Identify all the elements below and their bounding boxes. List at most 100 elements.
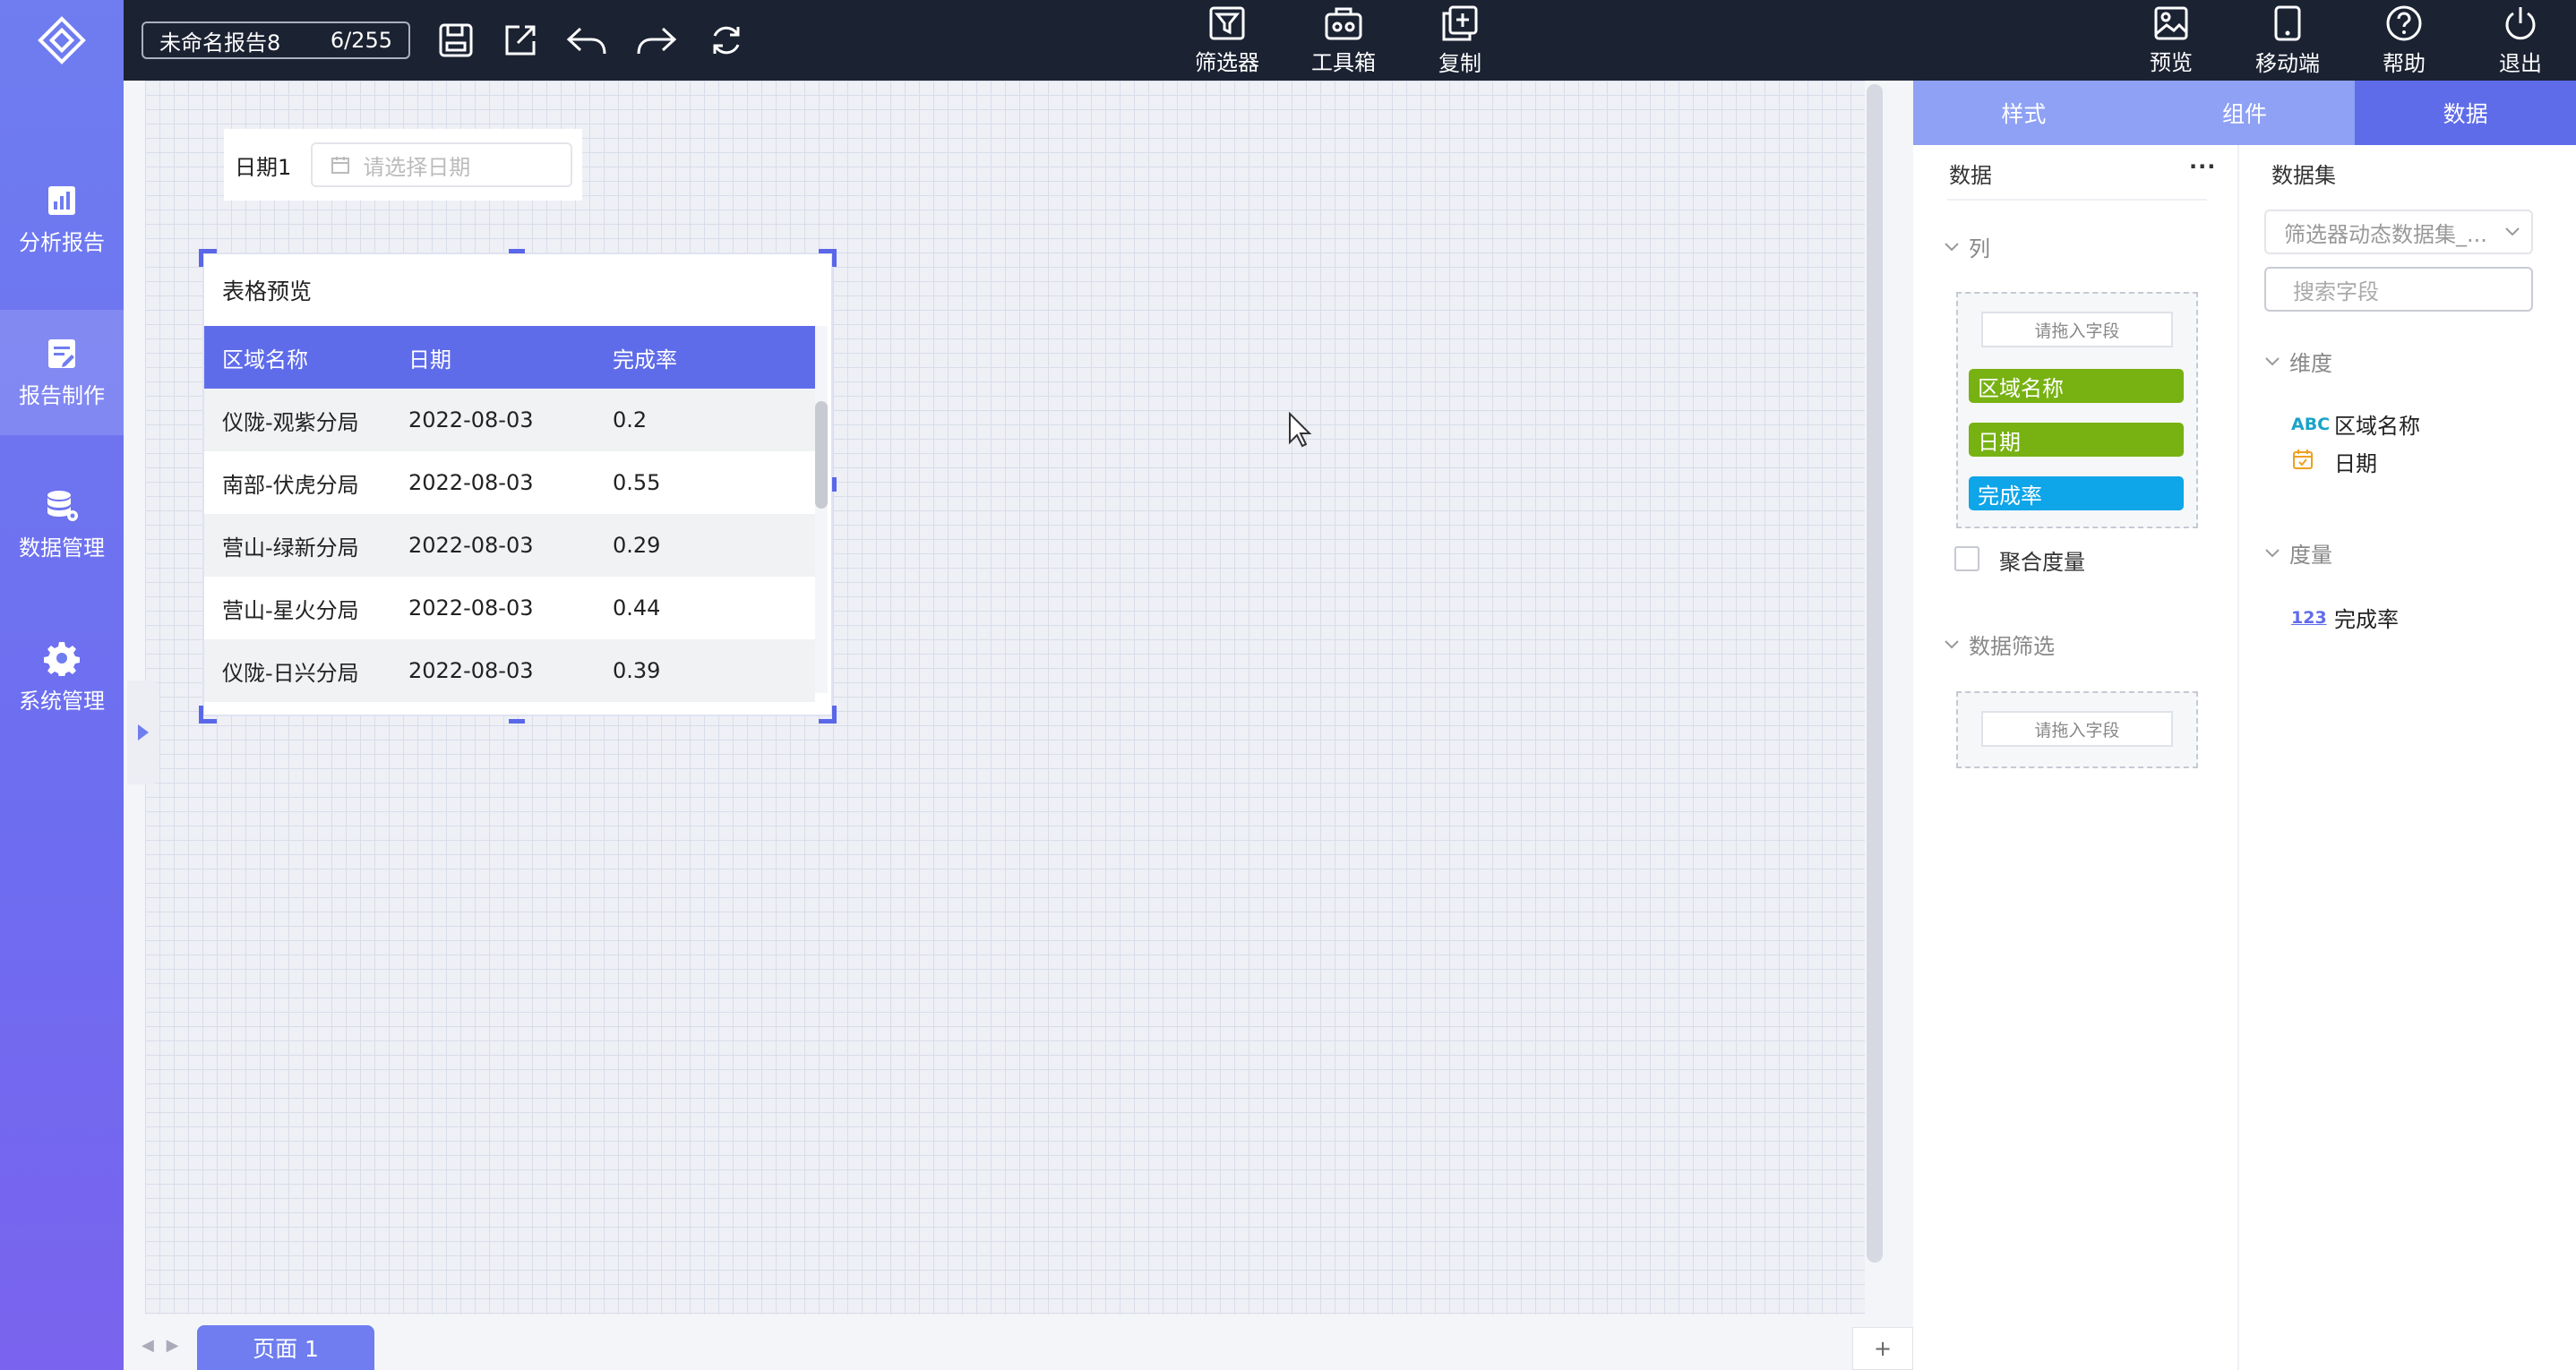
number-type-icon: 123 — [2291, 607, 2327, 628]
toolbox-icon — [1325, 7, 1362, 39]
dimension-field-item[interactable]: ABC 区域名称 — [2291, 408, 2420, 440]
field-label: 区域名称 — [2334, 414, 2420, 439]
properties-panel: 样式 组件 数据 数据 ··· 列 请拖入字段 区域名称 日期 完成率 聚合度量… — [1913, 81, 2576, 1370]
table-row: 仪陇-观紫分局 2022-08-03 0.2 — [204, 389, 815, 451]
caret-left-icon[interactable]: ◀ — [142, 1336, 154, 1355]
table-cell: 0.44 — [613, 595, 661, 621]
export-button[interactable] — [498, 18, 543, 63]
copy-button[interactable]: 复制 — [1415, 2, 1505, 79]
caret-right-icon[interactable]: ▶ — [167, 1336, 179, 1355]
dataset-section-title: 数据集 — [2271, 163, 2336, 188]
columns-drop-hint: 请拖入字段 — [1981, 312, 2173, 347]
page-tab[interactable]: 页面 1 — [197, 1325, 374, 1370]
filter-drop-hint: 请拖入字段 — [1981, 711, 2173, 747]
column-field-pill[interactable]: 日期 — [1969, 423, 2184, 457]
column-header[interactable]: 完成率 — [613, 342, 815, 373]
resize-handle-top-left[interactable] — [199, 249, 217, 267]
measure-field-item[interactable]: 123 完成率 — [2291, 602, 2399, 633]
date-type-icon — [2291, 448, 2334, 475]
table-cell: 0.29 — [613, 533, 661, 558]
chevron-down-icon — [2265, 548, 2280, 557]
help-button[interactable]: 帮助 — [2359, 2, 2449, 79]
field-search-input[interactable]: 搜索字段 — [2264, 267, 2533, 312]
tool-label: 移动端 — [2255, 50, 2320, 76]
filter-tool-button[interactable]: 筛选器 — [1182, 2, 1272, 79]
section-divider — [1947, 199, 2207, 201]
table-widget[interactable]: 表格预览 区域名称 日期 完成率 仪陇-观紫分局 2022-08-03 0.2 … — [202, 253, 833, 716]
column-field-pill[interactable]: 区域名称 — [1969, 369, 2184, 403]
field-label: 完成率 — [2334, 607, 2399, 632]
table-cell: 仪陇-观紫分局 — [222, 409, 359, 435]
copy-icon — [1442, 5, 1478, 40]
undo-button[interactable] — [564, 18, 609, 63]
column-field-pill[interactable]: 完成率 — [1969, 476, 2184, 510]
refresh-button[interactable] — [704, 18, 749, 63]
table-cell: 仪陇-日兴分局 — [222, 660, 359, 686]
measure-section-toggle[interactable]: 度量 — [2264, 537, 2332, 569]
save-button[interactable] — [434, 18, 478, 63]
chevron-down-icon — [2265, 356, 2280, 365]
date-placeholder: 请选择日期 — [363, 154, 471, 180]
aggregate-label: 聚合度量 — [1999, 550, 2085, 575]
resize-handle-right[interactable] — [832, 477, 837, 492]
preview-icon — [2154, 6, 2188, 39]
exit-button[interactable]: 退出 — [2476, 2, 2565, 79]
expand-sidebar-button[interactable] — [127, 681, 159, 784]
dimension-section-toggle[interactable]: 维度 — [2264, 346, 2332, 377]
dimension-field-item[interactable]: 日期 — [2291, 446, 2377, 477]
filter-icon — [1209, 6, 1245, 39]
resize-handle-top-right[interactable] — [819, 249, 837, 267]
resize-handle-bottom-right[interactable] — [819, 706, 837, 724]
field-label: 日期 — [2334, 451, 2377, 476]
redo-button[interactable] — [634, 18, 679, 63]
column-header[interactable]: 区域名称 — [204, 342, 408, 373]
more-options-button[interactable]: ··· — [2189, 154, 2216, 179]
table-row: 营山-星火分局 2022-08-03 0.44 — [204, 577, 815, 639]
add-page-button[interactable]: + — [1852, 1327, 1913, 1370]
tab-components[interactable]: 组件 — [2134, 81, 2356, 145]
data-filter-section-toggle[interactable]: 数据筛选 — [1944, 629, 2055, 660]
columns-section-toggle[interactable]: 列 — [1944, 231, 1990, 262]
nav-item-report-edit[interactable]: 报告制作 — [0, 310, 124, 435]
resize-handle-bottom[interactable] — [509, 719, 525, 724]
table-cell: 2022-08-03 — [408, 595, 534, 621]
data-section-title: 数据 — [1949, 163, 1992, 188]
calendar-icon — [331, 157, 350, 174]
chevron-down-icon — [1945, 242, 1959, 251]
table-cell: 2022-08-03 — [408, 533, 534, 558]
save-icon — [439, 23, 473, 57]
date-filter-widget[interactable]: 日期1 请选择日期 — [224, 129, 582, 201]
nav-item-data-management[interactable]: 数据管理 — [0, 462, 124, 587]
table-row: 营山-绿新分局 2022-08-03 0.29 — [204, 514, 815, 577]
chevron-down-icon — [1945, 639, 1959, 648]
app-logo[interactable] — [0, 0, 124, 81]
table-scrollbar[interactable] — [815, 326, 828, 693]
nav-item-analysis-report[interactable]: 分析报告 — [0, 157, 124, 282]
caret-right-icon — [138, 724, 149, 741]
date-picker-input[interactable]: 请选择日期 — [311, 142, 573, 187]
scrollbar-thumb[interactable] — [815, 401, 828, 509]
table-row: 南部-伏虎分局 2022-08-03 0.55 — [204, 451, 815, 514]
aggregate-checkbox[interactable] — [1954, 546, 1979, 571]
database-icon — [47, 490, 78, 521]
report-title-input[interactable]: 未命名报告8 6/255 — [142, 21, 410, 59]
column-header[interactable]: 日期 — [408, 342, 613, 373]
toolbox-button[interactable]: 工具箱 — [1299, 2, 1388, 79]
tab-style[interactable]: 样式 — [1913, 81, 2134, 145]
tool-label: 退出 — [2499, 50, 2542, 76]
resize-handle-bottom-left[interactable] — [199, 706, 217, 724]
preview-button[interactable]: 预览 — [2126, 2, 2216, 79]
page-nav-arrows[interactable]: ◀ ▶ — [142, 1336, 178, 1355]
mobile-button[interactable]: 移动端 — [2243, 2, 2332, 79]
tool-label: 复制 — [1438, 50, 1481, 76]
filter-label: 日期1 — [235, 154, 292, 180]
preview-table: 区域名称 日期 完成率 仪陇-观紫分局 2022-08-03 0.2 南部-伏虎… — [204, 326, 815, 702]
dataset-select[interactable]: 筛选器动态数据集_... — [2264, 210, 2533, 254]
logo-icon — [38, 16, 86, 64]
nav-item-system-management[interactable]: 系统管理 — [0, 614, 124, 740]
canvas-scrollbar[interactable] — [1867, 84, 1883, 1263]
redo-icon — [637, 27, 677, 55]
resize-handle-top[interactable] — [509, 249, 525, 253]
nav-label: 数据管理 — [19, 535, 105, 561]
tab-data[interactable]: 数据 — [2355, 81, 2576, 145]
